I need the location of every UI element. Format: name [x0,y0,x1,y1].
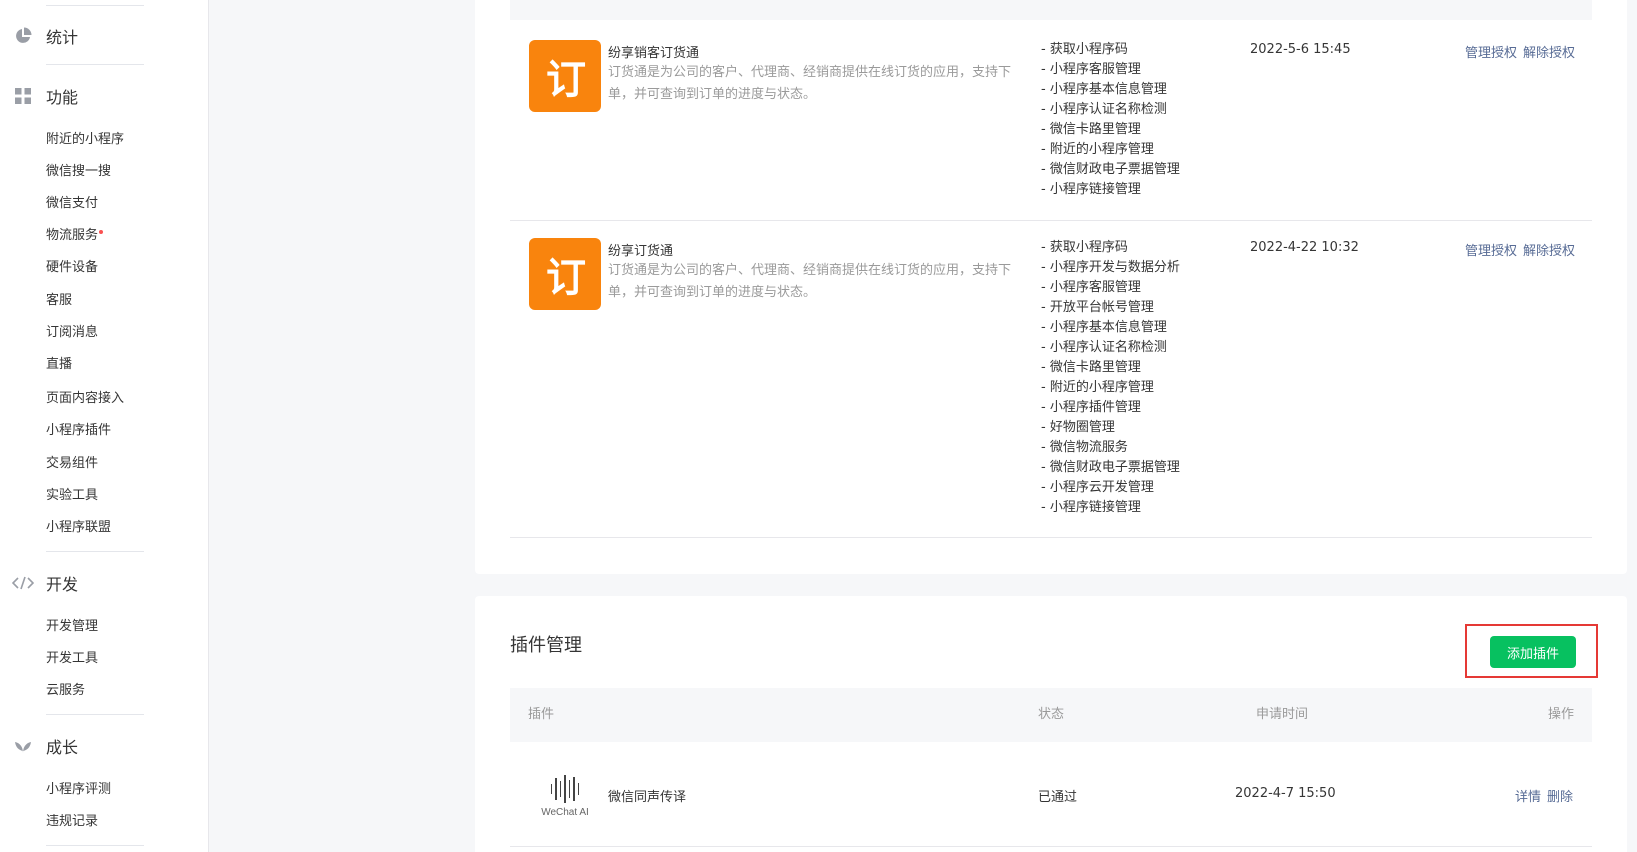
plugin-delete-link[interactable]: 删除 [1547,790,1573,805]
authorization-time: 2022-4-22 10:32 [1250,240,1359,255]
sidebar-item-plugins[interactable]: 小程序插件 [46,422,111,440]
app-logo-icon: 订 [529,238,601,310]
sidebar-item-live[interactable]: 直播 [46,356,72,374]
sidebar-divider [46,845,144,846]
permission-item: - 小程序云开发管理 [1041,480,1154,495]
sidebar-item-customer-service[interactable]: 客服 [46,292,72,310]
permission-item: - 小程序基本信息管理 [1041,320,1167,335]
permission-list: - 获取小程序码 - 小程序客服管理 - 小程序基本信息管理 - 小程序认证名称… [1041,40,1180,200]
table-header [510,0,1592,20]
logo-caption: WeChat AI [541,807,589,818]
row-divider [510,537,1592,538]
app-logo-icon: 订 [529,40,601,112]
permission-item: - 小程序链接管理 [1041,500,1141,515]
permission-item: - 开放平台帐号管理 [1041,300,1154,315]
permission-item: - 微信物流服务 [1041,440,1128,455]
authorization-card: 订 纷享销客订货通 订货通是为公司的客户、代理商、经销商提供在线订货的应用，支持… [475,0,1627,574]
add-plugin-button[interactable]: 添加插件 [1490,636,1576,668]
sidebar-section-label: 成长 [46,738,79,757]
permission-item: - 小程序认证名称检测 [1041,102,1167,117]
plugin-detail-link[interactable]: 详情 [1515,790,1541,805]
authorization-ops: 管理授权 解除授权 [1465,42,1575,61]
sidebar-section-label: 开发 [46,575,79,594]
permission-item: - 微信卡路里管理 [1041,122,1141,137]
permission-item: - 获取小程序码 [1041,240,1128,255]
permission-item: - 小程序认证名称检测 [1041,340,1167,355]
sidebar-item-logistics[interactable]: 物流服务 [46,227,104,245]
sidebar-item-trade[interactable]: 交易组件 [46,455,98,473]
manage-authorization-link[interactable]: 管理授权 [1465,244,1517,259]
permission-item: - 微信财政电子票据管理 [1041,460,1180,475]
plugin-name: 微信同声传译 [608,790,687,805]
sidebar-divider [46,714,144,715]
sidebar-item-violations[interactable]: 违规记录 [46,813,98,831]
column-header-ops: 操作 [1547,707,1574,722]
column-header-time: 申请时间 [1256,707,1309,722]
manage-authorization-link[interactable]: 管理授权 [1465,46,1517,61]
revoke-authorization-link[interactable]: 解除授权 [1523,46,1575,61]
sidebar-item-page-content[interactable]: 页面内容接入 [46,390,124,408]
sidebar-item-dev-manage[interactable]: 开发管理 [46,618,98,636]
permission-item: - 小程序插件管理 [1041,400,1141,415]
sidebar-item-dev-tools[interactable]: 开发工具 [46,650,98,668]
sidebar-divider [46,551,144,552]
sidebar-section-label: 统计 [46,28,79,47]
sprout-icon [0,738,46,754]
sidebar-item-subscribe[interactable]: 订阅消息 [46,324,98,342]
sidebar-section-dev[interactable]: 开发 [0,571,78,595]
sidebar-section-label: 功能 [46,88,79,107]
sidebar-section-stats[interactable]: 统计 [0,24,78,48]
sidebar-item-union[interactable]: 小程序联盟 [46,519,111,537]
sidebar-item-hardware[interactable]: 硬件设备 [46,259,98,277]
permission-item: - 好物圈管理 [1041,420,1115,435]
sidebar-item-label: 物流服务 [46,228,99,243]
app-description: 订货通是为公司的客户、代理商、经销商提供在线订货的应用，支持下单，并可查询到订单… [608,65,1012,102]
row-divider [510,846,1592,847]
permission-item: - 小程序链接管理 [1041,182,1141,197]
permission-item: - 小程序开发与数据分析 [1041,260,1180,275]
sidebar-item-cloud[interactable]: 云服务 [46,682,85,700]
permission-item: - 小程序基本信息管理 [1041,82,1167,97]
pie-chart-icon [0,27,46,45]
sidebar-divider [46,64,144,65]
section-title: 插件管理 [510,635,582,656]
plugin-time: 2022-4-7 15:50 [1235,786,1336,801]
authorization-time: 2022-5-6 15:45 [1250,42,1351,57]
permission-list: - 获取小程序码 - 小程序开发与数据分析 - 小程序客服管理 - 开放平台帐号… [1041,238,1180,518]
sidebar: 统计 功能 附近的小程序 微信搜一搜 微信支付 物流服务 硬件设备 客服 订阅消… [0,0,209,852]
authorization-ops: 管理授权 解除授权 [1465,240,1575,259]
plugin-ops: 详情 删除 [1515,786,1573,805]
permission-item: - 微信财政电子票据管理 [1041,162,1180,177]
sidebar-section-features[interactable]: 功能 [0,84,78,108]
sidebar-item-search[interactable]: 微信搜一搜 [46,163,111,181]
app-name: 纷享订货通 [608,244,674,259]
sidebar-item-evaluation[interactable]: 小程序评测 [46,781,111,799]
sidebar-item-lab[interactable]: 实验工具 [46,487,98,505]
table-header: 插件 状态 申请时间 操作 [510,688,1592,742]
code-icon [0,576,46,590]
wechat-ai-logo-icon: WeChat AI [539,774,591,818]
sidebar-item-nearby[interactable]: 附近的小程序 [46,131,124,149]
column-header-plugin: 插件 [528,707,555,722]
app-name: 纷享销客订货通 [608,46,700,61]
permission-item: - 微信卡路里管理 [1041,360,1141,375]
column-header-status: 状态 [1038,707,1065,722]
plugin-status: 已通过 [1038,790,1078,805]
permission-item: - 获取小程序码 [1041,42,1128,57]
permission-item: - 小程序客服管理 [1041,280,1141,295]
sidebar-item-pay[interactable]: 微信支付 [46,195,98,213]
notification-dot [99,230,104,234]
app-description: 订货通是为公司的客户、代理商、经销商提供在线订货的应用，支持下单，并可查询到订单… [608,263,1012,300]
revoke-authorization-link[interactable]: 解除授权 [1523,244,1575,259]
permission-item: - 小程序客服管理 [1041,62,1141,77]
row-divider [510,220,1592,221]
grid-icon [0,88,46,104]
permission-item: - 附近的小程序管理 [1041,142,1154,157]
plugin-management-card: 插件管理 添加插件 插件 状态 申请时间 操作 WeChat AI 微信同声传译… [475,596,1627,852]
sidebar-divider [46,5,144,6]
permission-item: - 附近的小程序管理 [1041,380,1154,395]
sidebar-section-growth[interactable]: 成长 [0,734,78,758]
